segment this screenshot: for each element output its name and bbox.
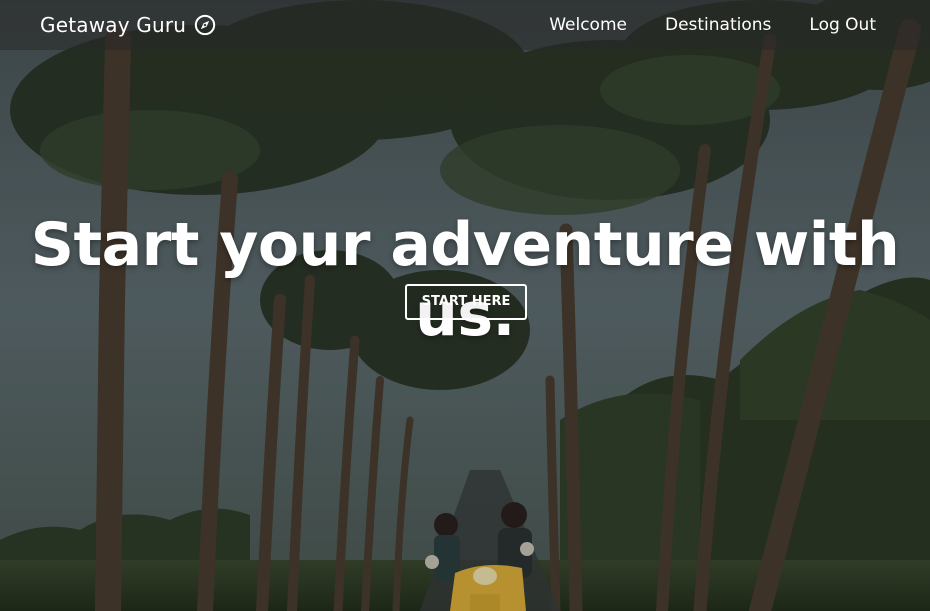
brand-logo[interactable]: Getaway Guru xyxy=(40,13,216,37)
brand-name: Getaway Guru xyxy=(40,13,187,37)
cta-container: START HERE xyxy=(0,284,930,320)
hero-section: Getaway Guru Welcome Destinations Log Ou… xyxy=(0,0,930,611)
nav-link-destinations[interactable]: Destinations xyxy=(665,15,771,35)
hero-headline: Start your adventure with us. xyxy=(30,210,900,350)
start-here-button[interactable]: START HERE xyxy=(405,284,527,320)
nav-link-log-out[interactable]: Log Out xyxy=(809,15,876,35)
nav-link-welcome[interactable]: Welcome xyxy=(549,15,627,35)
compass-icon xyxy=(195,14,216,36)
nav-links: Welcome Destinations Log Out xyxy=(511,15,876,35)
navbar: Getaway Guru Welcome Destinations Log Ou… xyxy=(0,0,930,50)
